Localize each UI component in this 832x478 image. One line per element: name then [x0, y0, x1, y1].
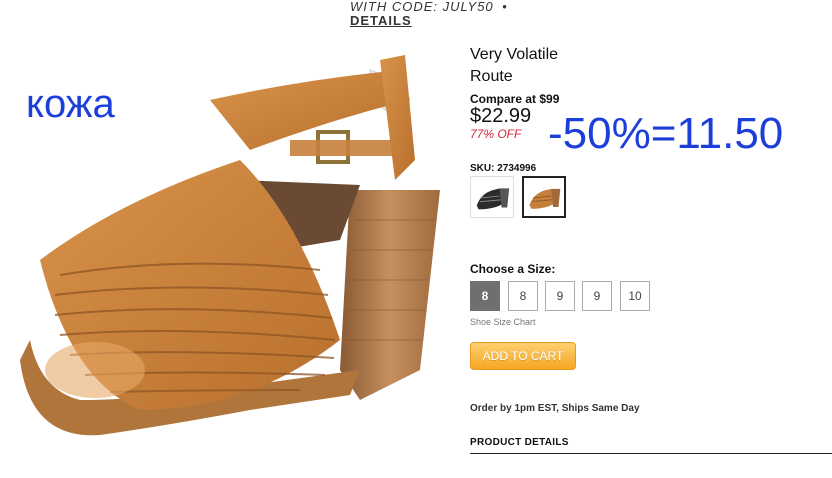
tan-sandal-icon: [529, 188, 561, 209]
size-option-4[interactable]: 9: [582, 281, 612, 311]
divider: [470, 453, 832, 454]
promo-details-link[interactable]: DETAILS: [350, 13, 412, 28]
product-title-line2: Route: [470, 68, 513, 85]
add-to-cart-button[interactable]: ADD TO CART: [470, 342, 576, 370]
black-sandal-icon: [476, 188, 510, 210]
size-chart-link[interactable]: Shoe Size Chart: [470, 317, 536, 327]
product-details-heading[interactable]: PRODUCT DETAILS: [470, 437, 569, 448]
size-label: Choose a Size:: [470, 262, 556, 276]
promo-banner: WITH CODE: JULY50 • DETAILS: [350, 0, 570, 28]
product-title-line1: Very Volatile: [470, 46, 559, 63]
compare-price: Compare at $99: [470, 92, 560, 106]
size-option-3[interactable]: 9: [545, 281, 575, 311]
color-swatch-tan[interactable]: [522, 176, 566, 218]
size-option-1[interactable]: 8: [470, 281, 500, 311]
sku-label: SKU: 2734996: [470, 163, 537, 174]
annotation-material: кожа: [26, 82, 115, 126]
product-title: Very Volatile Route: [470, 44, 630, 88]
size-option-2[interactable]: 8: [508, 281, 538, 311]
size-option-5[interactable]: 10: [620, 281, 650, 311]
shipping-note: Order by 1pm EST, Ships Same Day: [470, 403, 640, 414]
promo-separator: •: [502, 0, 508, 14]
color-swatch-black[interactable]: [470, 176, 514, 218]
annotation-discount: -50%=11.50: [548, 109, 784, 158]
sale-price: $22.99: [470, 105, 532, 127]
promo-code-text: WITH CODE: JULY50: [350, 0, 494, 14]
percent-off: 77% OFF: [470, 127, 522, 141]
